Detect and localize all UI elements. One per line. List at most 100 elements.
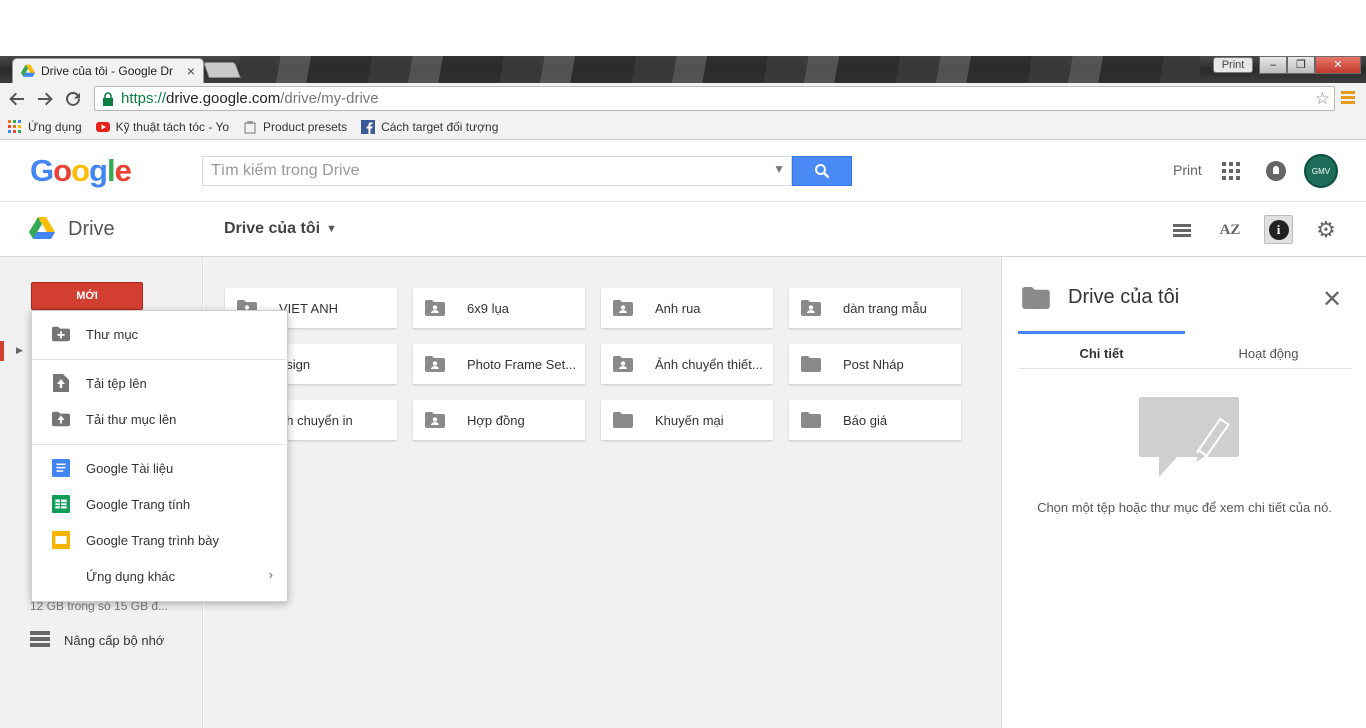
window-close-icon[interactable]: ✕	[1315, 56, 1361, 74]
folder-item[interactable]: 6x9 lụa	[413, 288, 585, 328]
tab-details[interactable]: Chi tiết	[1018, 331, 1185, 368]
drive-app-label: Drive	[68, 218, 115, 240]
menu-item-google-docs[interactable]: Google Tài liệu	[32, 450, 289, 486]
bookmark-label: Product presets	[263, 119, 348, 134]
reload-icon[interactable]	[59, 85, 87, 113]
url-scheme: https://	[121, 90, 167, 107]
google-apps-icon[interactable]	[1222, 162, 1240, 180]
breadcrumb-my-drive[interactable]: Drive của tôi ▼	[224, 220, 337, 238]
menu-item-more-apps[interactable]: Ứng dụng khác ›	[32, 558, 289, 594]
new-tab-button[interactable]	[203, 62, 241, 78]
blank-top-area	[0, 0, 1366, 56]
folder-name: Khuyến mại	[655, 412, 724, 428]
active-tab-indicator	[1018, 331, 1185, 334]
folder-icon	[801, 412, 821, 428]
folder-plus-icon	[52, 326, 70, 342]
bookmark-star-icon[interactable]: ☆	[1315, 89, 1330, 109]
folder-name: 6x9 lụa	[467, 300, 509, 316]
search-button[interactable]	[792, 156, 852, 186]
google-logo[interactable]: Google	[30, 153, 132, 189]
url-host: drive.google.com	[166, 90, 281, 107]
search-options-chevron-icon[interactable]: ▼	[773, 162, 785, 176]
browser-menu-icon[interactable]	[1341, 91, 1355, 106]
more-apps-spacer	[52, 567, 70, 585]
avatar[interactable]: GMV	[1304, 154, 1338, 188]
search-input[interactable]	[203, 162, 763, 180]
folder-item[interactable]: Ảnh chuyển thiết...	[601, 344, 773, 384]
menu-item-google-sheets[interactable]: Google Trang tính	[32, 486, 289, 522]
bookmark-label: Ứng dụng	[28, 119, 82, 134]
menu-item-upload-folder[interactable]: Tải thư mục lên	[32, 401, 289, 437]
main-content: VIET ANH 6x9 lụa Anh rua dàn trang mẫu e…	[204, 257, 1001, 728]
folder-icon	[801, 356, 821, 372]
menu-divider	[32, 359, 289, 360]
print-link[interactable]: Print	[1173, 162, 1202, 178]
forward-icon[interactable]	[31, 85, 59, 113]
search-icon	[815, 164, 830, 179]
tab-close-icon[interactable]: ×	[187, 63, 195, 79]
list-view-icon[interactable]	[1169, 217, 1195, 243]
window-controls: – ❐ ✕	[1259, 56, 1361, 74]
bookmark-product-presets[interactable]: Product presets	[243, 120, 347, 134]
folder-name: dàn trang mẫu	[843, 300, 927, 316]
address-bar[interactable]: https://drive.google.com/drive/my-drive …	[94, 86, 1335, 111]
menu-item-new-folder[interactable]: Thư mục	[32, 316, 289, 352]
folder-item[interactable]: Post Nháp	[789, 344, 961, 384]
tab-title: Drive của tôi - Google Dr	[41, 64, 174, 78]
sheets-icon	[52, 495, 70, 513]
folder-name: Anh rua	[655, 300, 701, 316]
folder-item[interactable]: Hợp đồng	[413, 400, 585, 440]
close-icon[interactable]: ✕	[1322, 285, 1342, 314]
view-details-button[interactable]: i	[1264, 215, 1293, 244]
tab-activity[interactable]: Hoạt động	[1185, 331, 1352, 368]
menu-item-label: Ứng dụng khác	[86, 568, 176, 584]
menu-item-label: Google Trang tính	[86, 496, 191, 512]
minimize-icon[interactable]: –	[1259, 56, 1287, 74]
menu-item-label: Thư mục	[86, 326, 139, 342]
breadcrumb-chevron-down-icon: ▼	[326, 222, 337, 235]
folder-upload-icon	[52, 411, 70, 427]
browser-tab[interactable]: Drive của tôi - Google Dr ×	[12, 58, 204, 83]
upgrade-storage-link[interactable]: Nâng cấp bộ nhớ	[30, 631, 164, 649]
folder-item[interactable]: dàn trang mẫu	[789, 288, 961, 328]
sort-az-icon[interactable]: AZ	[1217, 217, 1243, 243]
folder-name: nh chuyển in	[279, 412, 353, 428]
folder-item[interactable]: Khuyến mại	[601, 400, 773, 440]
chevron-right-icon: ›	[268, 567, 273, 582]
folder-name: Post Nháp	[843, 356, 904, 372]
restore-icon[interactable]: ❐	[1287, 56, 1315, 74]
bookmark-facebook[interactable]: Cách target đối tượng	[361, 119, 498, 134]
details-empty-message: Chọn một tệp hoặc thư mục để xem chi tiế…	[1037, 500, 1332, 515]
shared-folder-icon	[425, 412, 445, 428]
back-icon[interactable]	[3, 85, 31, 113]
folder-name: Photo Frame Set...	[467, 356, 577, 372]
menu-item-upload-file[interactable]: Tải tệp lên	[32, 365, 289, 401]
shared-folder-icon	[425, 356, 445, 372]
drive-favicon-icon	[21, 64, 35, 77]
bookmark-youtube[interactable]: Kỹ thuật tách tóc - Yo	[95, 119, 230, 134]
avatar-text: GMV	[1311, 166, 1331, 176]
menu-item-google-slides[interactable]: Google Trang trình bày	[32, 522, 289, 558]
drive-subheader: Drive Drive của tôi ▼ AZ i ⚙	[0, 202, 1366, 257]
facebook-icon	[361, 119, 376, 134]
window-print-button[interactable]: Print	[1213, 57, 1253, 73]
folder-item[interactable]: Anh rua	[601, 288, 773, 328]
sidebar-active-indicator	[0, 341, 4, 361]
menu-item-label: Tải thư mục lên	[86, 411, 177, 427]
new-dropdown-menu: Thư mục Tải tệp lên Tải thư mục lên Goog…	[31, 310, 289, 602]
new-button[interactable]: MỚI	[31, 282, 143, 310]
menu-item-label: Tải tệp lên	[86, 375, 147, 391]
apps-grid-icon	[8, 119, 21, 133]
titlebar-background	[240, 56, 1200, 83]
folder-name: Hợp đồng	[467, 412, 525, 428]
details-panel: Drive của tôi ✕ Chi tiết Hoạt động Chọn …	[1001, 257, 1366, 728]
bookmark-label: Kỹ thuật tách tóc - Yo	[115, 119, 230, 134]
folder-item[interactable]: Báo giá	[789, 400, 961, 440]
comment-edit-illustration-icon	[1139, 397, 1239, 477]
folder-item[interactable]: Photo Frame Set...	[413, 344, 585, 384]
expand-arrow-icon[interactable]: ▶	[16, 345, 23, 356]
folder-icon	[613, 412, 633, 428]
settings-gear-icon[interactable]: ⚙	[1313, 217, 1339, 243]
notifications-bell-icon[interactable]	[1266, 161, 1286, 181]
bookmark-apps[interactable]: Ứng dụng	[8, 119, 82, 134]
